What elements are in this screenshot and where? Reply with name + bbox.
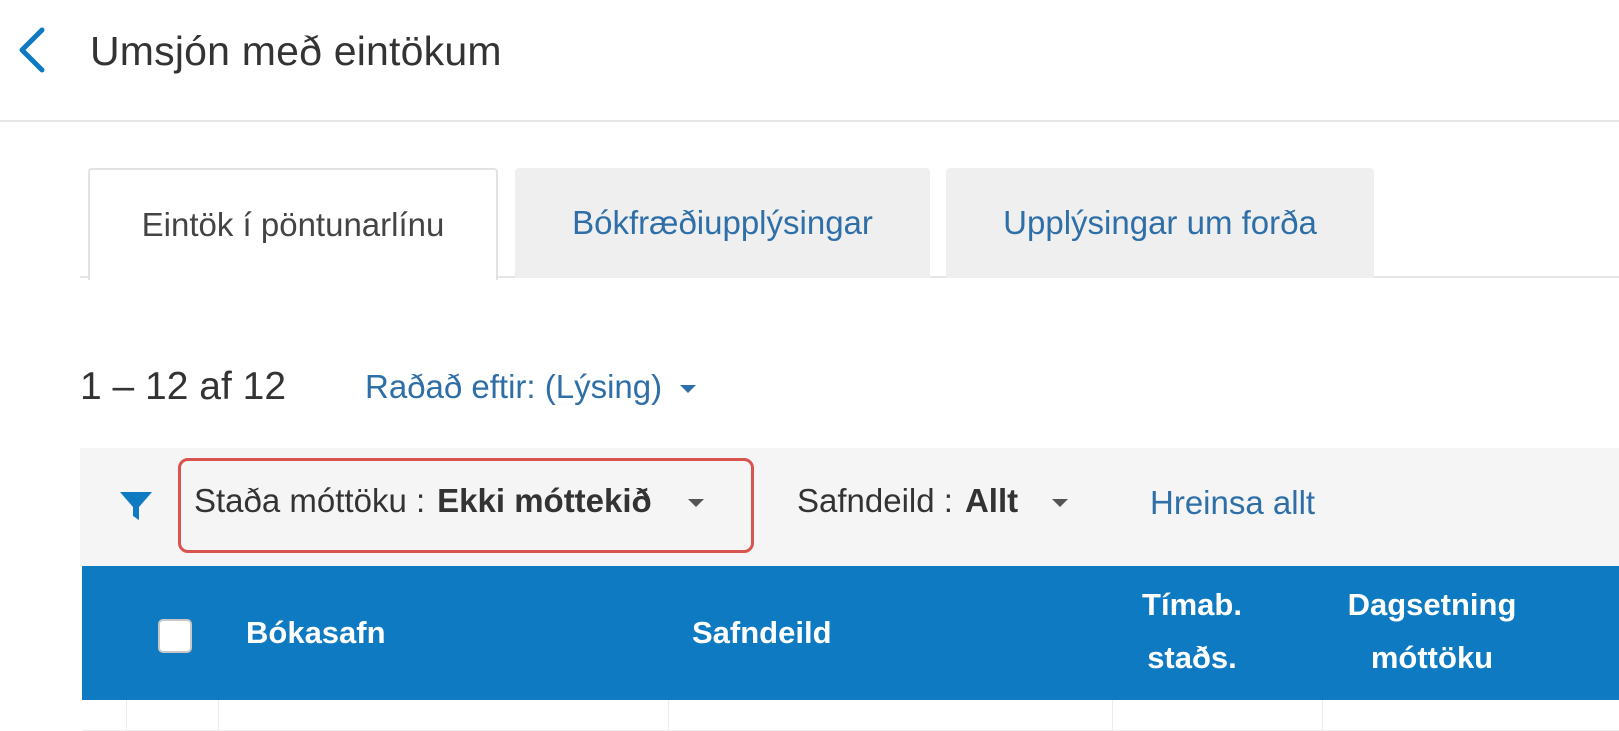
table-header: Bókasafn Safndeild Tímab. staðs. Dagsetn… (82, 566, 1619, 700)
column-header-receive-date[interactable]: Dagsetning móttöku (1327, 578, 1537, 684)
result-count: 1 – 12 af 12 (80, 365, 287, 408)
column-divider (218, 700, 219, 730)
caret-down-icon (1052, 499, 1069, 507)
back-button[interactable] (8, 22, 58, 78)
page-title: Umsjón með eintökum (90, 28, 502, 74)
column-header-temp-status[interactable]: Tímab. staðs. (1127, 578, 1257, 684)
column-divider (668, 700, 669, 730)
receiving-status-filter[interactable]: Staða móttöku : Ekki móttekið (194, 482, 704, 520)
sort-dropdown[interactable]: Raðað eftir: (Lýsing) (365, 368, 697, 406)
column-header-receive-date-line1: Dagsetning (1347, 587, 1517, 622)
tab-items-in-po-line[interactable]: Eintök í pöntunarlínu (88, 168, 498, 280)
tab-bibliographic-info[interactable]: Bókfræðiupplýsingar (515, 168, 930, 278)
column-divider (1322, 700, 1323, 730)
receiving-status-value: Ekki móttekið (437, 482, 652, 519)
table-row (82, 700, 1619, 731)
select-all-checkbox[interactable] (158, 619, 192, 653)
column-header-location[interactable]: Safndeild (692, 615, 832, 651)
clear-all-link[interactable]: Hreinsa allt (1150, 484, 1315, 522)
column-header-temp-status-line2: staðs. (1147, 640, 1237, 675)
location-filter-label: Safndeild : (797, 482, 953, 519)
column-divider (126, 700, 127, 730)
caret-down-icon (680, 385, 697, 393)
sort-label: Raðað eftir: (Lýsing) (365, 368, 663, 405)
column-header-library[interactable]: Bókasafn (246, 615, 386, 651)
column-divider (1112, 700, 1113, 730)
receiving-status-label: Staða móttöku : (194, 482, 426, 519)
location-filter-value: Allt (964, 482, 1019, 519)
column-header-receive-date-line2: móttöku (1370, 640, 1494, 675)
filter-bar: Staða móttöku : Ekki móttekið Safndeild … (80, 448, 1619, 566)
caret-down-icon (687, 499, 704, 507)
location-filter[interactable]: Safndeild : Allt (797, 482, 1069, 520)
column-header-temp-status-line1: Tímab. (1142, 587, 1242, 622)
page-header: Umsjón með eintökum (0, 0, 1619, 122)
chevron-left-icon (19, 27, 45, 73)
filter-icon (120, 492, 152, 520)
tab-holdings-info[interactable]: Upplýsingar um forða (946, 168, 1374, 278)
tab-bar: Eintök í pöntunarlínu Bókfræðiupplýsinga… (80, 168, 1619, 280)
